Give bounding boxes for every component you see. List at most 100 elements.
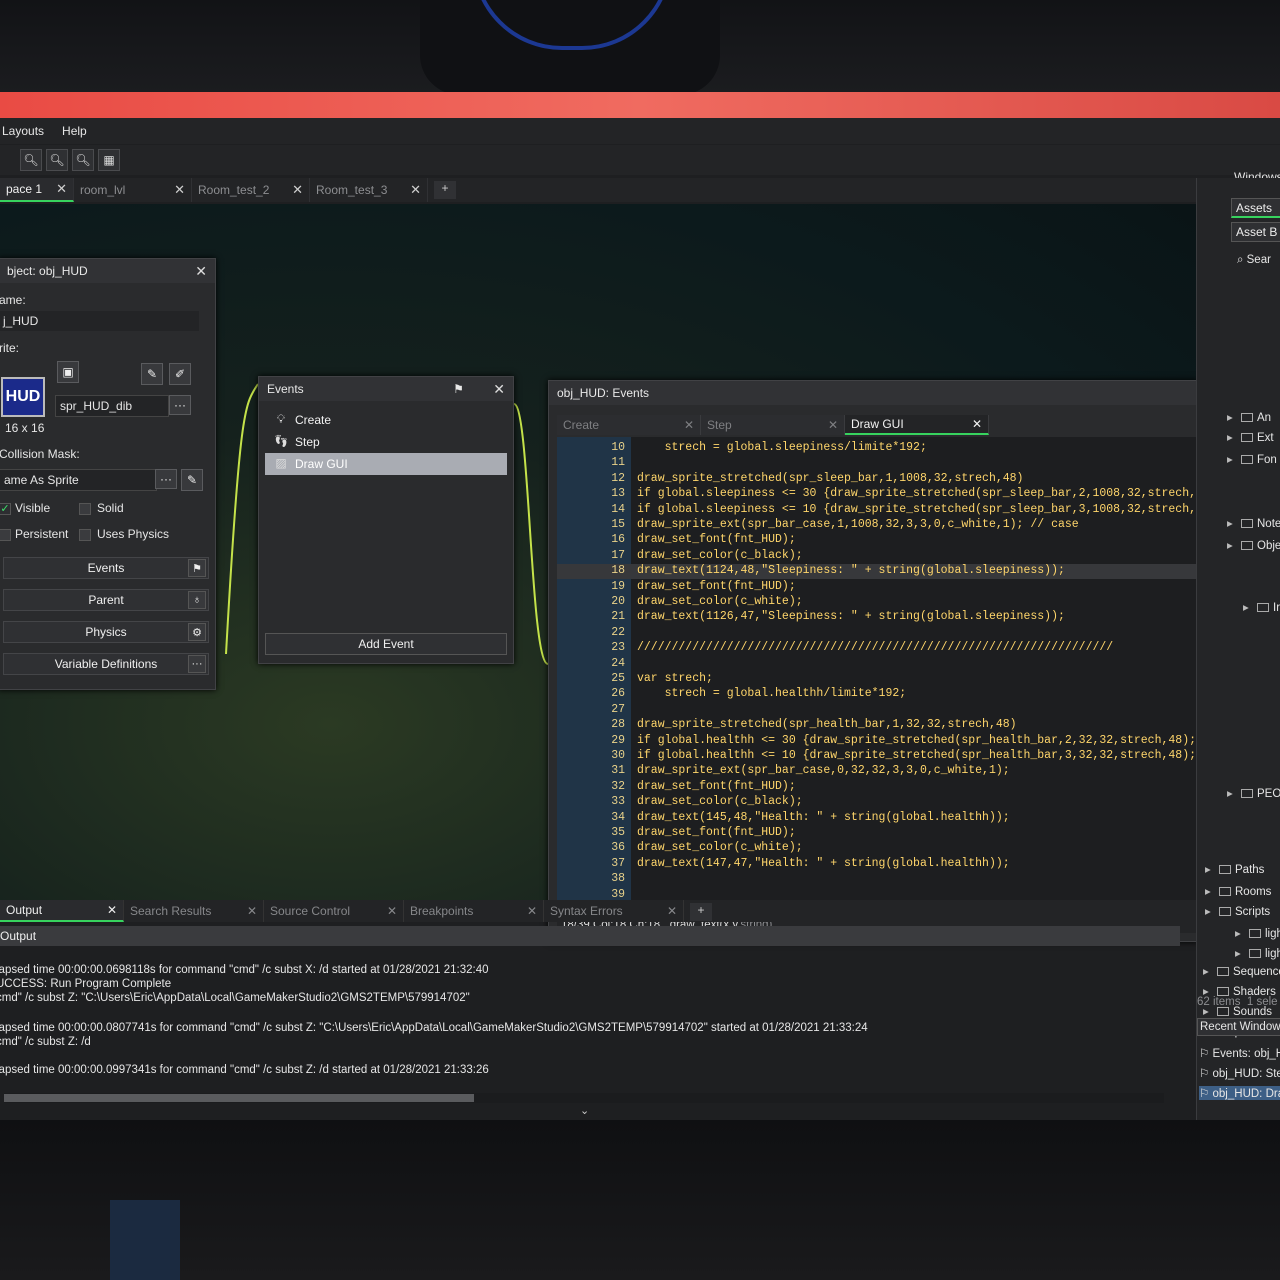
code-line[interactable]: 13 if global.sleepiness <= 30 {draw_sprit… [557,487,1230,502]
close-icon[interactable]: ✕ [56,181,67,197]
scrollbar-thumb[interactable] [4,1094,474,1102]
brush-icon[interactable]: ✐ [169,363,191,385]
asset-tree-item[interactable]: ▸ Ext [1227,430,1274,444]
chevron-right-icon[interactable]: ▸ [1227,430,1237,444]
close-icon[interactable]: ✕ [410,182,421,198]
code-line[interactable]: 19 draw_set_font(fnt_HUD); [557,580,1213,595]
tab-step[interactable]: Step ✕ [701,415,845,435]
asset-tree-item[interactable]: ▸ Scripts [1205,904,1270,918]
chevron-right-icon[interactable]: ▸ [1203,964,1213,978]
close-icon[interactable]: ✕ [292,182,303,198]
asset-tree-item[interactable]: ▸ Fon [1227,452,1277,466]
sprite-select-field[interactable]: spr_HUD_dib [55,395,169,417]
chevron-right-icon[interactable]: ▸ [1205,884,1215,898]
asset-tree-item[interactable]: ▸ Ir [1243,600,1280,614]
close-icon[interactable]: ✕ [387,904,397,918]
physics-button[interactable]: Physics ⚙ [3,621,209,643]
asset-tree-item[interactable]: ▸ light_ [1235,926,1280,940]
uses-physics-checkbox[interactable] [79,529,91,541]
code-line[interactable]: 17 draw_set_color(c_black); [557,549,1213,564]
visible-checkbox[interactable]: ✓ [0,503,11,515]
more-icon[interactable]: ··· [169,395,191,415]
code-line[interactable]: 21 draw_text(1126,47,"Sleepiness: " + str… [557,610,1213,625]
asset-search-field[interactable]: ⌕ Sear [1237,254,1271,267]
asset-tree-item[interactable]: ▸ PEO [1227,786,1280,800]
code-line[interactable]: 14 if global.sleepiness <= 10 {draw_sprit… [557,503,1230,518]
zoom-reset-icon[interactable]: 🔍︎ [46,149,68,171]
recent-window-item[interactable]: ⚐ obj_HUD: Ste [1199,1066,1280,1080]
edit-mask-icon[interactable]: ✎ [181,469,203,491]
code-line[interactable]: 20 draw_set_color(c_white); [557,595,1213,610]
close-icon[interactable]: ✕ [247,904,257,918]
tab-create[interactable]: Create ✕ [557,415,701,435]
recent-window-item[interactable]: ⚐ Events: obj_H [1199,1046,1280,1060]
edit-sprite-icon[interactable]: ✎ [141,363,163,385]
code-line[interactable]: 24 [557,657,1213,672]
asset-browser-tab[interactable]: Asset B [1231,222,1280,242]
chevron-right-icon[interactable]: ▸ [1227,452,1237,466]
chevron-right-icon[interactable]: ▸ [1227,786,1237,800]
code-line[interactable]: 26 strech = global.healthh/limite*192; [557,687,1213,702]
asset-tree-item[interactable]: ▸ Rooms [1205,884,1271,898]
close-icon[interactable]: ✕ [195,263,207,280]
variable-definitions-button[interactable]: Variable Definitions ··· [3,653,209,675]
chevron-right-icon[interactable]: ▸ [1205,862,1215,876]
code-line[interactable]: 30 if global.healthh <= 10 {draw_sprite_s… [557,749,1213,764]
tab-output[interactable]: Output ✕ [0,900,124,922]
code-line[interactable]: 29 if global.healthh <= 30 {draw_sprite_s… [557,734,1213,749]
add-event-button[interactable]: Add Event [265,633,507,655]
chevron-right-icon[interactable]: ▸ [1243,600,1253,614]
close-icon[interactable]: ✕ [527,904,537,918]
chevron-down-icon[interactable]: ⌄ [580,1104,589,1117]
code-line[interactable]: 18 draw_text(1124,48,"Sleepiness: " + str… [557,564,1213,580]
sprite-thumbnail[interactable]: HUD [1,377,45,417]
chevron-right-icon[interactable]: ▸ [1227,410,1237,424]
code-line[interactable]: 32 draw_set_font(fnt_HUD); [557,780,1213,795]
asset-tree-item[interactable]: ▸ Obje [1227,538,1280,552]
asset-tree-item[interactable]: ▸ light_ [1235,946,1280,960]
asset-tree-item[interactable]: ▸ An [1227,410,1271,424]
new-sprite-icon[interactable]: ▣ [57,361,79,383]
event-step[interactable]: 👣︎ Step [265,431,507,453]
zoom-in-icon[interactable]: 🔍︎ [72,149,94,171]
tab-search-results[interactable]: Search Results ✕ [124,900,264,922]
persistent-checkbox[interactable] [0,529,11,541]
tab-draw-gui[interactable]: Draw GUI ✕ [845,415,989,435]
code-line[interactable]: 28 draw_sprite_stretched(spr_health_bar,1… [557,718,1213,733]
tab-workspace-1[interactable]: pace 1 ✕ [0,178,74,202]
solid-checkbox[interactable] [79,503,91,515]
zoom-out-icon[interactable]: 🔍︎ [20,149,42,171]
tab-source-control[interactable]: Source Control ✕ [264,900,404,922]
menu-layouts[interactable]: Layouts [2,124,44,138]
recent-window-item[interactable]: ⚐ obj_HUD: Dra [1199,1086,1280,1100]
code-line[interactable]: 10 strech = global.sleepiness/limite*192… [557,441,1213,456]
tab-room-test-3[interactable]: Room_test_3 ✕ [310,178,428,202]
tab-syntax-errors[interactable]: Syntax Errors ✕ [544,900,684,922]
code-line[interactable]: 11 [557,456,1213,471]
chevron-right-icon[interactable]: ▸ [1205,904,1215,918]
asset-tree-item[interactable]: ▸ Paths [1205,862,1264,876]
close-icon[interactable]: ✕ [667,904,677,918]
tab-breakpoints[interactable]: Breakpoints ✕ [404,900,544,922]
code-line[interactable]: 15 draw_sprite_ext(spr_bar_case,1,1008,32… [557,518,1213,533]
parent-button[interactable]: Parent ♁ [3,589,209,611]
code-line[interactable]: 25 var strech; [557,672,1213,687]
code-line[interactable]: 36 draw_set_color(c_white); [557,841,1213,856]
code-line[interactable]: 23 //////////////////////////////////////… [557,641,1213,656]
assets-tab[interactable]: Assets [1231,198,1280,218]
code-line[interactable]: 22 [557,626,1213,641]
close-icon[interactable]: ✕ [493,381,505,398]
menu-help[interactable]: Help [62,124,87,138]
asset-tree-item[interactable]: ▸ Note [1227,516,1280,530]
grid-icon[interactable]: ▦ [98,149,120,171]
chevron-right-icon[interactable]: ▸ [1227,538,1237,552]
tab-room-test-2[interactable]: Room_test_2 ✕ [192,178,310,202]
close-icon[interactable]: ✕ [972,417,982,431]
asset-tree-item[interactable]: ▸ Sequence [1203,964,1280,978]
code-line[interactable]: 35 draw_set_font(fnt_HUD); [557,826,1213,841]
add-tab-button[interactable]: + [690,903,712,921]
output-horizontal-scrollbar[interactable] [4,1093,1164,1103]
event-draw-gui[interactable]: ▨ Draw GUI [265,453,507,475]
chevron-right-icon[interactable]: ▸ [1235,926,1245,940]
code-line[interactable]: 12 draw_sprite_stretched(spr_sleep_bar,1,… [557,472,1213,487]
